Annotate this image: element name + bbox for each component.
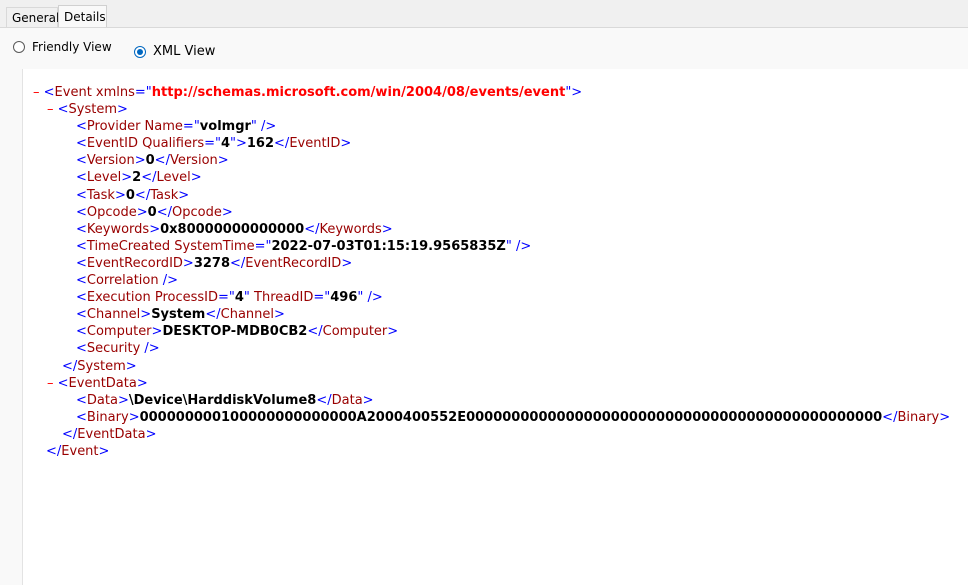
event-qualifiers-value: 4 xyxy=(220,136,231,152)
collapse-event-icon[interactable]: – xyxy=(33,85,44,100)
xml-eventdata-close-line: </EventData> xyxy=(62,426,157,442)
version-value: 0 xyxy=(145,153,155,169)
friendly-view-label: Friendly View xyxy=(32,40,112,54)
collapse-system-icon[interactable]: – xyxy=(47,102,58,117)
xml-binary-line: <Binary>000000000100000000000000A2000400… xyxy=(76,409,951,425)
event-id-value: 162 xyxy=(246,136,275,152)
xml-event-open-line: – <Event xmlns="http://schemas.microsoft… xyxy=(33,85,583,100)
xml-view-label: XML View xyxy=(153,44,216,59)
xml-data-line: <Data>\Device\HarddiskVolume8</Data> xyxy=(76,392,374,408)
channel-value: System xyxy=(151,307,206,323)
xml-execution-line: <Execution ProcessID="4" ThreadID="496" … xyxy=(76,290,383,306)
keywords-value: 0x80000000000000 xyxy=(160,221,305,237)
data-value: \Device\HarddiskVolume8 xyxy=(128,392,317,408)
level-value: 2 xyxy=(132,170,142,186)
xml-security-line: <Security /> xyxy=(76,341,160,357)
xml-view-radio-icon[interactable] xyxy=(134,45,146,58)
xml-channel-line: <Channel>System</Channel> xyxy=(76,307,285,323)
binary-value: 000000000100000000000000A2000400552E0000… xyxy=(139,409,883,425)
xml-view-option[interactable]: XML View xyxy=(134,43,215,60)
task-value: 0 xyxy=(125,187,135,203)
tab-bar: General Details xyxy=(0,0,968,28)
xml-timecreated-line: <TimeCreated SystemTime="2022-07-03T01:1… xyxy=(76,238,532,254)
xml-system-close-line: </System> xyxy=(62,358,137,374)
xml-task-line: <Task>0</Task> xyxy=(76,187,190,203)
xml-content-area[interactable]: – <Event xmlns="http://schemas.microsoft… xyxy=(22,69,968,585)
xml-computer-line: <Computer>DESKTOP-MDB0CB2</Computer> xyxy=(76,324,399,340)
tab-details[interactable]: Details xyxy=(58,5,107,28)
xml-eventdata-open-line: – <EventData> xyxy=(47,375,148,391)
event-namespace: http://schemas.microsoft.com/win/2004/08… xyxy=(151,85,566,100)
xml-keywords-line: <Keywords>0x80000000000000</Keywords> xyxy=(76,221,393,237)
time-created-value: 2022-07-03T01:15:19.9565835Z xyxy=(271,238,506,254)
xml-provider-line: <Provider Name="volmgr" /> xyxy=(76,119,277,135)
opcode-value: 0 xyxy=(147,204,157,220)
provider-name-value: volmgr xyxy=(199,119,251,135)
xml-opcode-line: <Opcode>0</Opcode> xyxy=(76,204,233,220)
event-record-id-value: 3278 xyxy=(193,255,231,271)
thread-id-value: 496 xyxy=(330,290,358,306)
tab-general[interactable]: General xyxy=(6,7,59,28)
xml-correlation-line: <Correlation /> xyxy=(76,273,178,289)
friendly-view-radio-icon[interactable] xyxy=(13,41,25,53)
xml-tree: – <Event xmlns="http://schemas.microsoft… xyxy=(33,84,950,460)
process-id-value: 4 xyxy=(234,290,244,306)
xml-system-open-line: – <System> xyxy=(47,102,128,118)
xml-version-line: <Version>0</Version> xyxy=(76,153,229,169)
xml-level-line: <Level>2</Level> xyxy=(76,170,202,186)
xml-event-close-line: </Event> xyxy=(46,443,110,459)
xml-eventrecordid-line: <EventRecordID>3278</EventRecordID> xyxy=(76,255,353,271)
friendly-view-option[interactable]: Friendly View xyxy=(13,40,112,54)
details-panel: Friendly View XML View – <Event xmlns="h… xyxy=(0,28,968,585)
xml-eventid-line: <EventID Qualifiers="4">162</EventID> xyxy=(76,136,352,152)
computer-value: DESKTOP-MDB0CB2 xyxy=(162,324,308,340)
collapse-eventdata-icon[interactable]: – xyxy=(47,376,58,391)
